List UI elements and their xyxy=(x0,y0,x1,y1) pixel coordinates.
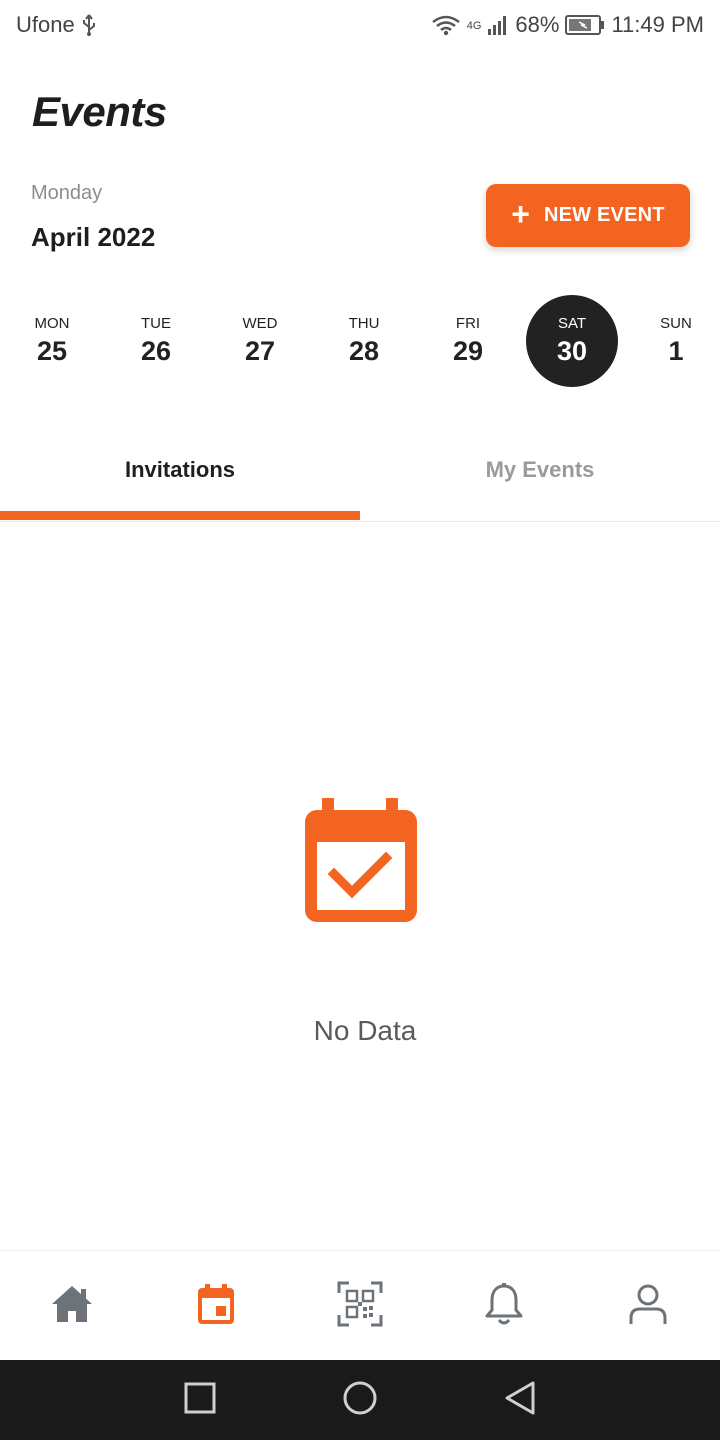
nav-home[interactable] xyxy=(47,1281,97,1331)
new-event-button[interactable]: + NEW EVENT xyxy=(486,184,690,247)
recent-apps-button[interactable] xyxy=(180,1380,220,1420)
battery-percent: 68% xyxy=(515,12,560,37)
tab-invitations[interactable]: Invitations xyxy=(0,430,360,510)
day-number: 27 xyxy=(244,336,276,366)
nav-scan[interactable] xyxy=(335,1281,385,1331)
selected-day-name: Monday xyxy=(31,182,103,204)
active-tab-indicator xyxy=(0,511,360,520)
nav-events[interactable] xyxy=(191,1281,241,1331)
status-right: 4G 68% 11:49 PM xyxy=(431,12,704,38)
square-icon xyxy=(184,1382,216,1419)
day-number: 26 xyxy=(140,336,172,366)
signal-icon xyxy=(487,14,509,36)
tab-my-events[interactable]: My Events xyxy=(360,430,720,510)
wifi-icon xyxy=(431,14,461,36)
new-event-label: NEW EVENT xyxy=(543,204,665,226)
day-of-week-label: THU xyxy=(348,315,380,332)
qr-scan-icon xyxy=(337,1281,383,1332)
clock: 11:49 PM xyxy=(611,12,704,37)
home-system-button[interactable] xyxy=(340,1380,380,1420)
day-of-week-label: SUN xyxy=(660,315,692,332)
day-cell-thu[interactable]: THU 28 xyxy=(318,295,410,387)
nav-notifications[interactable] xyxy=(479,1281,529,1331)
day-number: 25 xyxy=(36,336,68,366)
day-of-week-label: TUE xyxy=(141,315,171,332)
week-day-strip: MON 25 TUE 26 WED 27 THU 28 FRI 29 SAT 3… xyxy=(0,295,720,387)
day-cell-sat-selected[interactable]: SAT 30 xyxy=(526,295,618,387)
nav-profile[interactable] xyxy=(623,1281,673,1331)
month-year-label: April 2022 xyxy=(31,222,156,252)
day-number: 29 xyxy=(452,336,484,366)
day-cell-sun[interactable]: SUN 1 xyxy=(630,295,720,387)
circle-icon xyxy=(342,1380,378,1421)
day-of-week-label: SAT xyxy=(557,315,587,332)
day-cell-wed[interactable]: WED 27 xyxy=(214,295,306,387)
plus-icon: + xyxy=(511,196,530,232)
day-of-week-label: MON xyxy=(34,315,70,332)
day-number: 30 xyxy=(556,336,588,366)
usb-icon xyxy=(81,13,97,37)
calendar-icon xyxy=(197,1283,235,1330)
system-navigation-bar xyxy=(0,1360,720,1440)
day-of-week-label: WED xyxy=(242,315,278,332)
day-cell-tue[interactable]: TUE 26 xyxy=(110,295,202,387)
user-icon xyxy=(628,1282,668,1331)
carrier-name: Ufone xyxy=(16,12,75,37)
battery-icon xyxy=(565,14,605,36)
back-triangle-icon xyxy=(503,1380,537,1421)
bottom-navigation xyxy=(0,1250,720,1360)
network-type-label: 4G xyxy=(466,20,482,32)
day-number: 28 xyxy=(348,336,380,366)
calendar-check-icon xyxy=(304,798,418,924)
status-bar: Ufone 4G 68% 11:49 PM xyxy=(0,0,720,50)
day-cell-mon[interactable]: MON 25 xyxy=(6,295,98,387)
day-of-week-label: FRI xyxy=(455,315,481,332)
back-button[interactable] xyxy=(500,1380,540,1420)
day-number: 1 xyxy=(668,336,684,366)
empty-state-text: No Data xyxy=(313,1015,417,1046)
day-cell-fri[interactable]: FRI 29 xyxy=(422,295,514,387)
page-title: Events xyxy=(32,88,167,135)
events-tabs: Invitations My Events xyxy=(0,430,720,522)
home-icon xyxy=(50,1283,94,1330)
bell-icon xyxy=(484,1282,524,1331)
status-left: Ufone xyxy=(16,12,97,38)
